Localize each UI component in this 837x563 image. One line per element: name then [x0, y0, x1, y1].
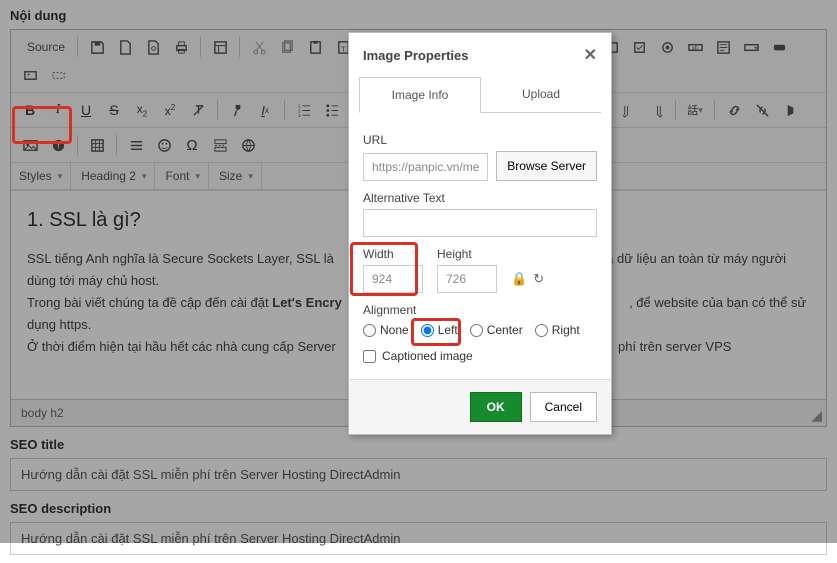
alt-input[interactable] — [363, 209, 597, 237]
width-label: Width — [363, 247, 423, 261]
captioned-checkbox[interactable] — [363, 350, 376, 363]
ok-button[interactable]: OK — [470, 392, 522, 422]
align-left-radio[interactable]: Left — [421, 323, 458, 337]
align-center-radio[interactable]: Center — [470, 323, 523, 337]
cancel-button[interactable]: Cancel — [530, 392, 597, 422]
height-label: Height — [437, 247, 497, 261]
align-right-radio[interactable]: Right — [535, 323, 580, 337]
url-label: URL — [363, 133, 597, 147]
browse-server-button[interactable]: Browse Server — [496, 151, 597, 181]
tab-upload[interactable]: Upload — [481, 77, 601, 112]
alignment-label: Alignment — [363, 303, 597, 317]
align-none-radio[interactable]: None — [363, 323, 409, 337]
alt-label: Alternative Text — [363, 191, 597, 205]
url-input[interactable] — [363, 153, 488, 181]
reset-size-icon[interactable]: ↻ — [533, 271, 544, 287]
height-input[interactable] — [437, 265, 497, 293]
captioned-label: Captioned image — [382, 349, 473, 363]
tab-image-info[interactable]: Image Info — [359, 77, 481, 113]
width-input[interactable] — [363, 265, 423, 293]
dialog-title: Image Properties — [363, 48, 469, 63]
image-properties-dialog: Image Properties ✕ Image Info Upload URL… — [348, 32, 612, 435]
lock-ratio-icon[interactable]: 🔒 — [511, 271, 527, 287]
close-icon[interactable]: ✕ — [584, 45, 597, 65]
